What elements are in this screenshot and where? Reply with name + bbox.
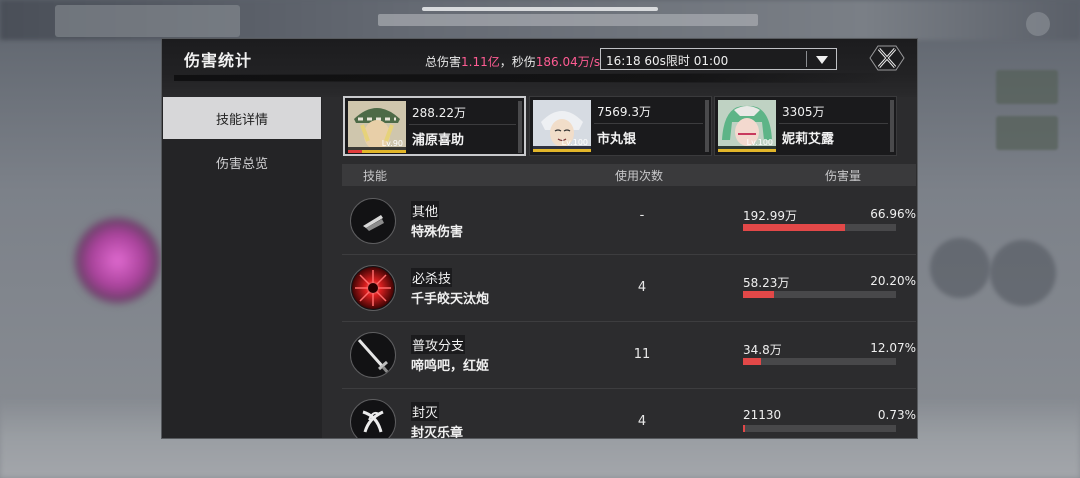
skill-damage-percent: 20.20% [870, 274, 916, 288]
column-header-uses: 使用次数 [615, 169, 664, 183]
backdrop-circle-button [1026, 12, 1050, 36]
skill-damage-percent: 0.73% [877, 408, 916, 422]
character-level: Lv.100 [561, 138, 588, 147]
damage-summary: 总伤害1.11亿，秒伤186.04万/s [425, 53, 600, 70]
skill-damage-percent: 12.07% [870, 341, 916, 355]
character-damage: 3305万 [782, 105, 825, 119]
skill-details-panel: Lv.90 288.22万 浦原喜助 Lv.100 7569.3万 市丸银 Lv… [322, 96, 917, 439]
sidebar-item-label: 伤害总览 [215, 156, 268, 172]
character-level: Lv.90 [381, 139, 403, 148]
backdrop-party-card [996, 70, 1058, 104]
home-indicator-pill [422, 7, 658, 11]
backdrop-skill-glow [75, 218, 160, 303]
column-header-skill: 技能 [363, 169, 388, 183]
table-row: 必杀技 千手皎天汰炮 4 58.23万 20.20% [342, 255, 916, 322]
table-row: 普攻分支 啼鸣吧，红姬 11 34.8万 12.07% [342, 322, 916, 389]
dps-value: 186.04万/s [535, 55, 601, 69]
card-scrollbar [890, 100, 894, 152]
skill-name: 啼鸣吧，红姬 [411, 359, 490, 374]
sidebar-item-label: 技能详情 [215, 112, 268, 128]
damage-share-bar [743, 224, 896, 231]
card-divider [409, 124, 516, 125]
dps-label: 秒伤 [511, 55, 536, 69]
damage-stats-dialog: 伤害统计 总伤害1.11亿，秒伤186.04万/s 16:18 60s限时 01… [161, 38, 918, 439]
character-portrait: Lv.100 [718, 100, 776, 152]
character-damage: 288.22万 [412, 106, 466, 120]
skill-damage-percent: 66.96% [870, 207, 916, 221]
special-damage-icon [350, 198, 396, 244]
skill-category: 封灭 [411, 402, 440, 421]
seal-skill-icon [350, 399, 396, 438]
damage-share-bar [743, 358, 896, 365]
header-brush-stroke [174, 73, 894, 83]
backdrop-skill-button [930, 238, 990, 298]
backdrop-health-bar [378, 14, 758, 26]
character-name: 浦原喜助 [412, 133, 465, 148]
skill-category: 其他 [411, 201, 440, 220]
character-card-nelliel[interactable]: Lv.100 3305万 妮莉艾露 [714, 96, 897, 156]
skill-damage: 21130 [743, 408, 782, 422]
chevron-down-icon[interactable] [816, 56, 828, 64]
character-portrait: Lv.90 [348, 101, 406, 153]
damage-share-fill [743, 224, 846, 231]
total-damage-value: 1.11亿 [461, 55, 500, 69]
character-name: 市丸银 [597, 132, 637, 147]
ultimate-skill-icon [350, 265, 396, 311]
character-level: Lv.100 [746, 138, 773, 147]
backdrop-skill-button [990, 240, 1056, 306]
sidebar-item-damage-overview[interactable]: 伤害总览 [163, 141, 321, 183]
skill-name: 特殊伤害 [411, 225, 464, 240]
element-bar [348, 150, 362, 153]
card-scrollbar [518, 101, 522, 153]
card-divider [594, 123, 703, 124]
level-bar [718, 149, 776, 152]
skill-damage: 34.8万 [743, 343, 782, 357]
summary-separator: ， [499, 55, 512, 69]
sidebar-item-skill-details[interactable]: 技能详情 [163, 97, 321, 139]
dialog-header: 伤害统计 总伤害1.11亿，秒伤186.04万/s 16:18 60s限时 01… [162, 39, 917, 97]
character-card-urahara[interactable]: Lv.90 288.22万 浦原喜助 [343, 96, 526, 156]
skill-name: 千手皎天汰炮 [411, 292, 490, 307]
select-divider [806, 51, 807, 67]
skill-damage: 192.99万 [743, 209, 797, 223]
skill-damage: 58.23万 [743, 276, 790, 290]
skill-uses: 4 [637, 280, 647, 295]
close-button[interactable] [868, 43, 906, 73]
backdrop-party-card [996, 116, 1058, 150]
damage-share-bar [743, 291, 896, 298]
character-damage: 7569.3万 [597, 105, 651, 119]
skill-uses: 4 [637, 414, 647, 429]
character-portrait: Lv.100 [533, 100, 591, 152]
table-row: 封灭 封灭乐章 4 21130 0.73% [342, 389, 916, 439]
session-select[interactable]: 16:18 60s限时 01:00 [600, 48, 837, 70]
card-divider [779, 123, 888, 124]
skill-list[interactable]: 其他 特殊伤害 - 192.99万 66.96% 必杀技 千手皎天汰炮 4 58… [342, 188, 916, 439]
damage-share-bar [743, 425, 896, 432]
character-card-gin[interactable]: Lv.100 7569.3万 市丸银 [529, 96, 712, 156]
column-header-damage: 伤害量 [825, 169, 862, 183]
close-icon [869, 45, 905, 71]
table-header: 技能 使用次数 伤害量 [342, 164, 916, 186]
skill-category: 必杀技 [411, 268, 453, 287]
skill-uses: - [639, 208, 645, 223]
dialog-title: 伤害统计 [184, 51, 253, 70]
level-bar [533, 149, 591, 152]
skill-uses: 11 [633, 347, 651, 362]
card-scrollbar [705, 100, 709, 152]
session-select-value: 16:18 60s限时 01:00 [606, 54, 729, 68]
damage-share-fill [743, 291, 774, 298]
skill-name: 封灭乐章 [411, 426, 464, 439]
backdrop-corner-panel [55, 5, 240, 37]
damage-share-fill [743, 425, 745, 432]
table-row: 其他 特殊伤害 - 192.99万 66.96% [342, 188, 916, 255]
sword-skill-icon [350, 332, 396, 378]
skill-category: 普攻分支 [411, 335, 466, 354]
character-name: 妮莉艾露 [782, 132, 835, 147]
stats-sidebar: 技能详情 伤害总览 [162, 97, 322, 438]
total-damage-label: 总伤害 [425, 55, 462, 69]
damage-share-fill [743, 358, 762, 365]
